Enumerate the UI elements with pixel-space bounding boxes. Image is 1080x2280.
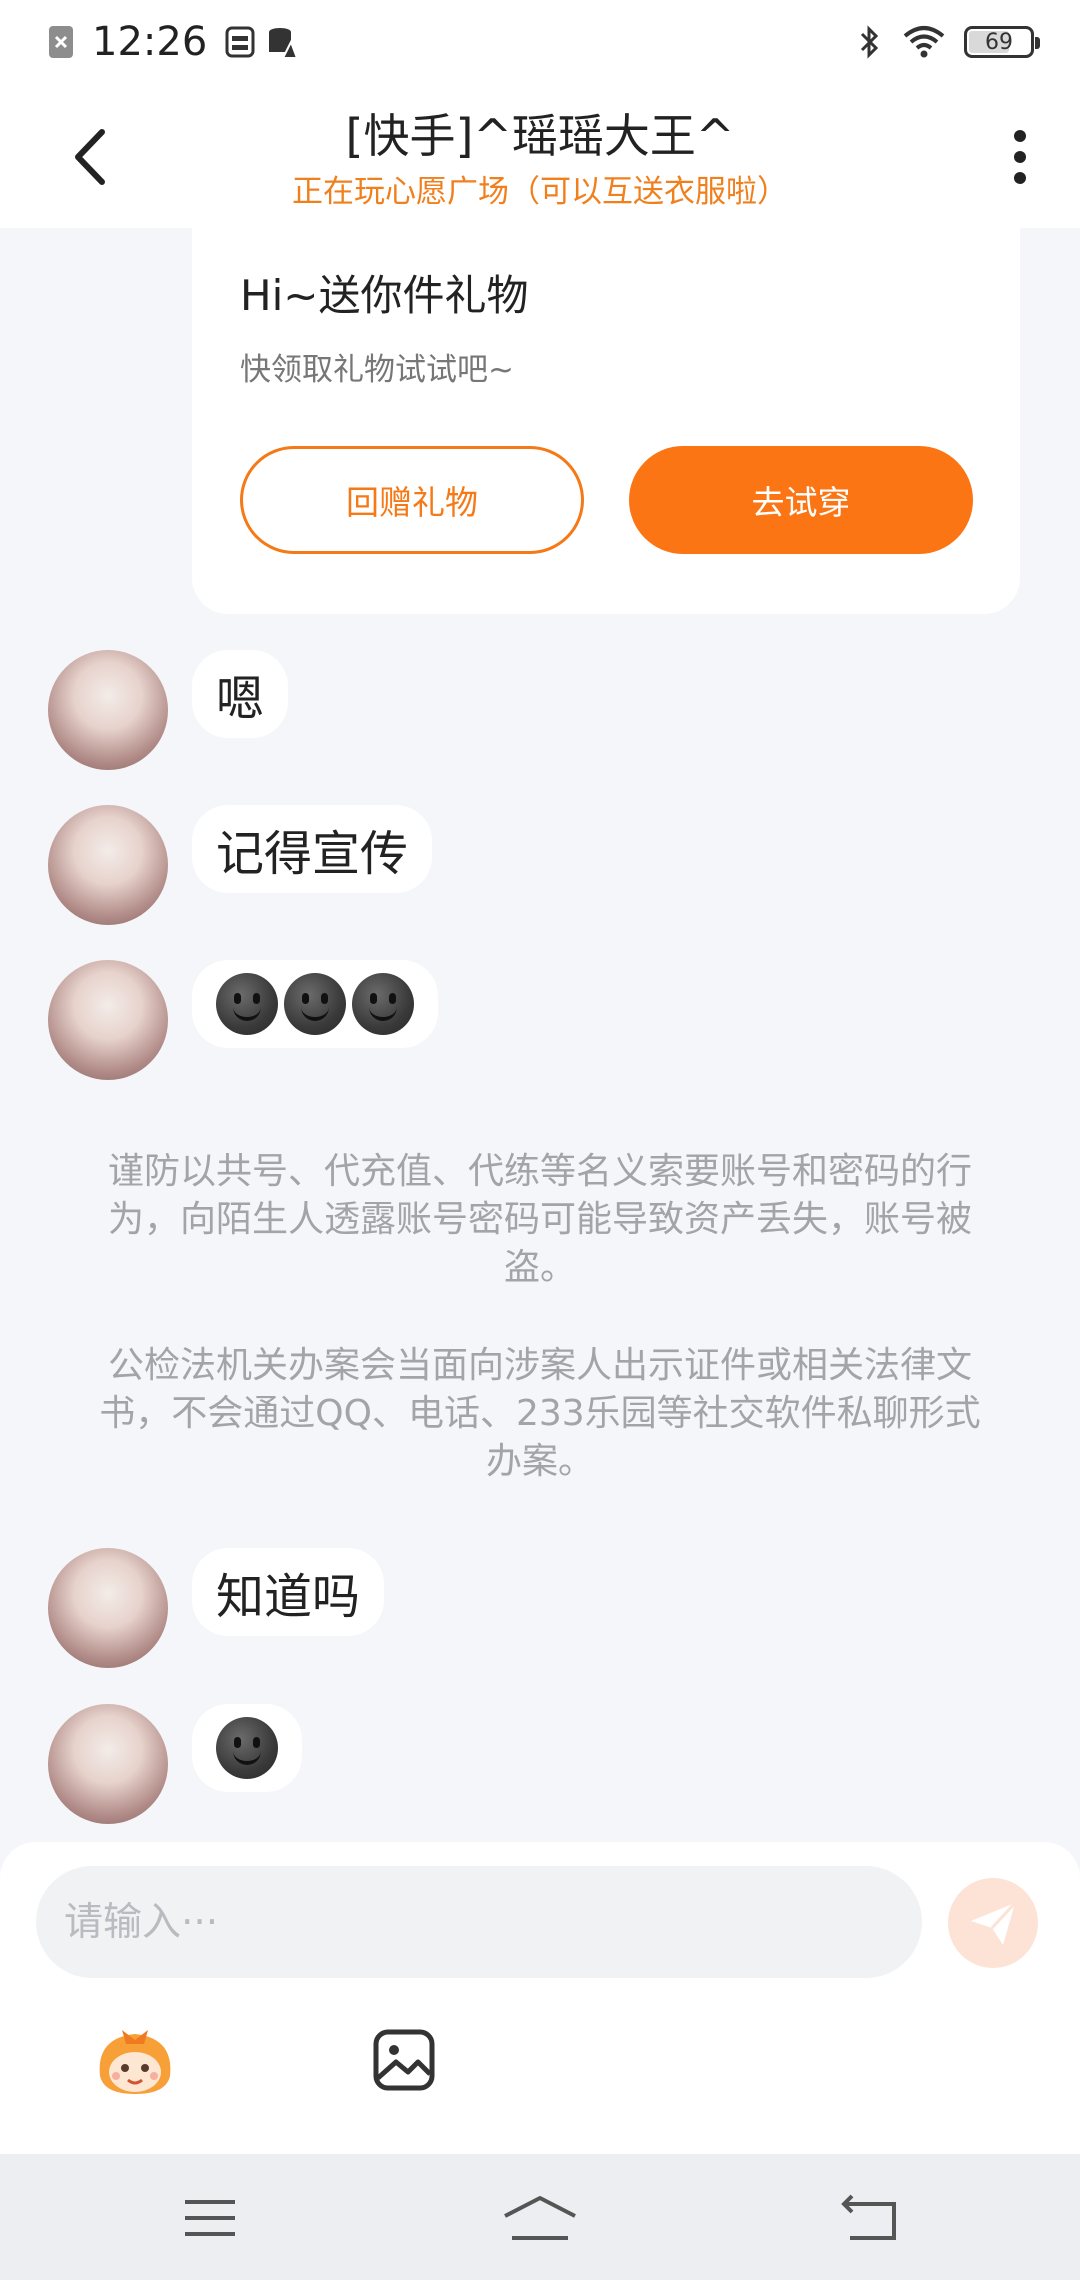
message-bubble[interactable]: 嗯 (192, 650, 289, 738)
gift-card: Hi~送你件礼物 快领取礼物试试吧~ 回赠礼物 去试穿 (192, 220, 1020, 614)
battery-icon: 69 (964, 26, 1040, 58)
smiling-face-icon (284, 973, 346, 1035)
message-bubble[interactable]: 记得宣传 (192, 805, 433, 893)
status-time: 12:26 (92, 19, 208, 65)
battery-level: 69 (985, 29, 1013, 55)
status-left: 12:26 (46, 18, 298, 66)
smiling-face-icon (216, 1717, 278, 1779)
data-saver-icon (225, 26, 255, 58)
status-bar: 12:26 69 (0, 0, 1080, 84)
avatar[interactable] (48, 960, 168, 1080)
try-on-button[interactable]: 去试穿 (629, 446, 973, 554)
composer (0, 1842, 1080, 2154)
wifi-icon (903, 26, 945, 58)
message-input[interactable] (36, 1866, 922, 1978)
send-button[interactable] (948, 1878, 1038, 1968)
sim-blocked-icon (49, 26, 73, 58)
system-navigation-bar (0, 2154, 1080, 2280)
chat-header: [快手]^瑶瑶大王^ 正在玩心愿广场（可以互送衣服啦） (0, 84, 1080, 228)
smiling-face-icon (352, 973, 414, 1035)
gift-card-description: 快领取礼物试试吧~ (240, 352, 514, 388)
back-icon[interactable] (820, 2190, 920, 2246)
avatar[interactable] (48, 650, 168, 770)
more-vertical-icon (1014, 130, 1026, 184)
smiling-face-icon (216, 973, 278, 1035)
status-right: 69 (854, 18, 1040, 66)
return-gift-button[interactable]: 回赠礼物 (240, 446, 584, 554)
mascot-emoji-icon[interactable] (92, 2024, 178, 2098)
message-bubble[interactable] (192, 1704, 302, 1792)
send-icon (971, 1901, 1017, 1945)
avatar[interactable] (48, 1548, 168, 1668)
safety-notice: 谨防以共号、代充值、代练等名义索要账号和密码的行为，向陌生人透露账号密码可能导致… (107, 1151, 972, 1288)
more-options-button[interactable] (1000, 122, 1040, 192)
avatar[interactable] (48, 805, 168, 925)
safety-notice: 公检法机关办案会当面向涉案人出示证件或相关法律文书，不会通过QQ、电话、233乐… (99, 1345, 981, 1482)
database-alert-icon (269, 28, 298, 59)
message-bubble[interactable] (192, 960, 438, 1048)
menu-icon[interactable] (160, 2190, 260, 2246)
gift-card-title: Hi~送你件礼物 (240, 271, 529, 320)
avatar[interactable] (48, 1704, 168, 1824)
chat-title: [快手]^瑶瑶大王^ (345, 109, 735, 163)
home-icon[interactable] (490, 2190, 590, 2246)
chat-subtitle: 正在玩心愿广场（可以互送衣服啦） (292, 174, 788, 210)
bluetooth-icon (860, 25, 879, 59)
image-icon[interactable] (372, 2028, 436, 2092)
message-bubble[interactable]: 知道吗 (192, 1548, 385, 1636)
